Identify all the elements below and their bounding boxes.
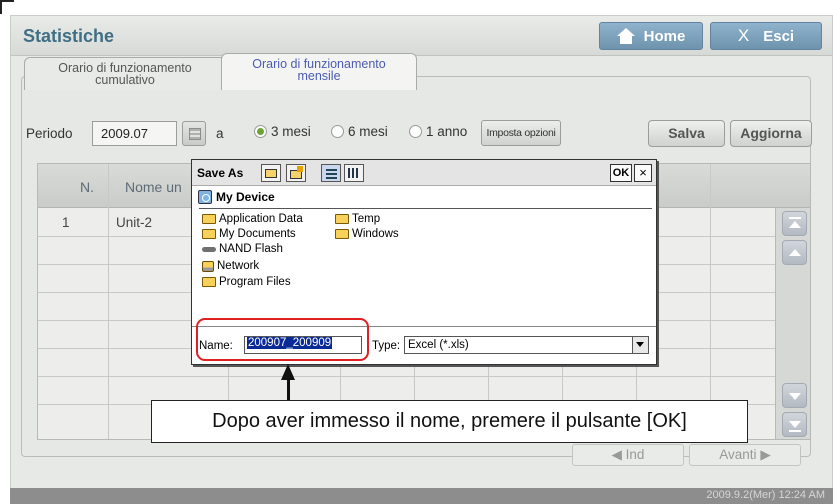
close-icon: X bbox=[737, 26, 750, 45]
page-title: Statistiche bbox=[23, 26, 115, 46]
radio-label: 6 mesi bbox=[348, 124, 388, 139]
double-down-icon bbox=[789, 421, 801, 428]
folder-icon bbox=[202, 277, 216, 287]
radio-6-months[interactable]: 6 mesi bbox=[331, 124, 388, 139]
list-view-icon[interactable] bbox=[321, 164, 341, 182]
set-options-button[interactable]: Imposta opzioni bbox=[481, 120, 561, 146]
details-view-icon[interactable] bbox=[344, 164, 364, 182]
double-up-icon bbox=[789, 221, 801, 228]
to-label: a bbox=[216, 126, 224, 141]
file-item-label: Temp bbox=[352, 213, 381, 225]
folder-icon bbox=[202, 214, 216, 224]
radio-dot bbox=[331, 125, 344, 138]
network-icon bbox=[202, 260, 214, 272]
scroll-up-button[interactable] bbox=[782, 240, 807, 265]
radio-3-months[interactable]: 3 mesi bbox=[254, 124, 311, 139]
scroll-down-button[interactable] bbox=[782, 383, 807, 408]
file-item[interactable]: Program Files bbox=[202, 276, 291, 288]
radio-dot bbox=[409, 125, 422, 138]
new-folder-icon[interactable] bbox=[286, 164, 306, 182]
file-item-label: Application Data bbox=[219, 213, 303, 225]
prev-label: Ind bbox=[625, 447, 645, 462]
file-item[interactable]: Windows bbox=[335, 228, 399, 240]
scroll-bottom-button[interactable] bbox=[782, 412, 807, 437]
arrow-shaft bbox=[287, 378, 290, 400]
exit-button[interactable]: X Esci bbox=[710, 22, 822, 50]
home-button[interactable]: Home bbox=[599, 22, 703, 50]
table-cell-unit: Unit-2 bbox=[116, 215, 153, 230]
highlight-ring bbox=[196, 318, 369, 361]
period-date-field[interactable]: 2009.07 bbox=[92, 121, 177, 146]
home-icon bbox=[616, 28, 635, 44]
calendar-button[interactable] bbox=[182, 121, 206, 146]
dialog-toolbar: Save As OK × bbox=[192, 160, 656, 186]
radio-1-year[interactable]: 1 anno bbox=[409, 124, 467, 139]
file-list: Application Data My Documents NAND Flash… bbox=[199, 208, 652, 318]
device-icon bbox=[198, 190, 212, 204]
period-label: Periodo bbox=[26, 126, 73, 141]
column-divider bbox=[108, 164, 109, 439]
column-header-number: N. bbox=[80, 179, 94, 195]
file-type-value: Excel (*.xls) bbox=[408, 339, 469, 351]
type-label: Type: bbox=[372, 340, 401, 352]
dialog-title: Save As bbox=[197, 166, 244, 180]
exit-label: Esci bbox=[763, 27, 795, 45]
file-item[interactable]: Application Data bbox=[202, 213, 303, 225]
folder-icon bbox=[202, 229, 216, 239]
home-label: Home bbox=[643, 27, 686, 45]
radio-label: 3 mesi bbox=[271, 124, 311, 139]
dialog-close-button[interactable]: × bbox=[634, 164, 652, 182]
table-cell-number: 1 bbox=[62, 215, 70, 230]
tab-cumulative[interactable]: Orario di funzionamento cumulativo bbox=[24, 57, 226, 90]
prev-page-button[interactable]: ◀ Ind bbox=[572, 444, 684, 466]
tab-monthly[interactable]: Orario di funzionamento mensile bbox=[221, 53, 417, 90]
file-item-label: Windows bbox=[352, 228, 399, 240]
chevron-up-icon bbox=[789, 249, 801, 256]
file-item-label: My Documents bbox=[219, 228, 296, 240]
table-scrollbar[interactable] bbox=[775, 208, 810, 439]
radio-label: 1 anno bbox=[426, 124, 468, 139]
chevron-down-icon[interactable] bbox=[632, 337, 648, 353]
file-type-select[interactable]: Excel (*.xls) bbox=[404, 336, 649, 354]
instruction-callout: Dopo aver immesso il nome, premere il pu… bbox=[151, 400, 748, 443]
column-header-name: Nome un bbox=[125, 179, 182, 195]
ok-button[interactable]: OK bbox=[610, 164, 632, 182]
file-item[interactable]: Network bbox=[202, 260, 259, 272]
folder-icon bbox=[335, 229, 349, 239]
file-item[interactable]: Temp bbox=[335, 213, 380, 225]
row-divider bbox=[38, 376, 776, 377]
location-header: My Device bbox=[198, 190, 275, 204]
corner-mark bbox=[0, 0, 14, 14]
file-item[interactable]: My Documents bbox=[202, 228, 296, 240]
next-label: Avanti bbox=[719, 447, 757, 462]
radio-dot bbox=[254, 125, 267, 138]
location-label: My Device bbox=[216, 190, 275, 204]
chevron-down-icon bbox=[789, 393, 801, 400]
folder-up-icon[interactable] bbox=[261, 164, 281, 182]
tab-cumulative-line2: cumulativo bbox=[95, 73, 155, 87]
status-bar: 2009.9.2(Mer) 12:24 AM bbox=[10, 488, 833, 504]
drive-icon bbox=[202, 247, 216, 252]
next-page-button[interactable]: Avanti ▶ bbox=[689, 444, 801, 466]
file-item[interactable]: NAND Flash bbox=[202, 243, 283, 255]
refresh-button[interactable]: Aggiorna bbox=[730, 120, 812, 147]
column-divider bbox=[710, 164, 711, 439]
folder-icon bbox=[335, 214, 349, 224]
calendar-icon bbox=[189, 128, 201, 140]
file-item-label: Network bbox=[217, 260, 260, 272]
file-item-label: Program Files bbox=[219, 276, 291, 288]
scroll-top-button[interactable] bbox=[782, 211, 807, 236]
file-item-label: NAND Flash bbox=[219, 243, 283, 255]
tab-monthly-line2: mensile bbox=[297, 69, 341, 83]
save-button[interactable]: Salva bbox=[648, 120, 725, 147]
title-bar: Statistiche Home X Esci bbox=[11, 16, 832, 56]
status-datetime: 2009.9.2(Mer) 12:24 AM bbox=[706, 489, 825, 501]
